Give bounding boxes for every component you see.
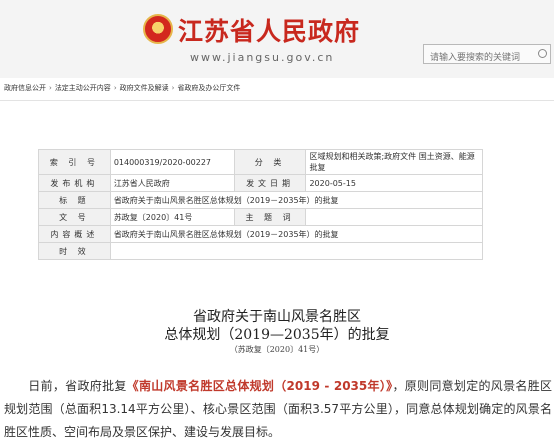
index-value: 014000319/2020-00227 <box>109 149 235 175</box>
validity-label: 时 效 <box>38 242 111 260</box>
header-divider <box>0 100 554 101</box>
table-row: 标 题 省政府关于南山风景名胜区总体规划（2019－2035年）的批复 <box>38 191 484 209</box>
search-box <box>423 44 551 66</box>
table-row: 索 引 号 014000319/2020-00227 分 类 区域规划和相关政策… <box>38 149 483 175</box>
document-body-paragraph: 日前，省政府批复《南山风景名胜区总体规划（2019 - 2035年）》，原则同意… <box>4 375 552 444</box>
site-title[interactable]: 江苏省人民政府 <box>178 12 360 48</box>
date-label: 发文日期 <box>233 174 307 192</box>
search-input[interactable] <box>424 48 550 66</box>
breadcrumb-item-statutory[interactable]: 法定主动公开内容 <box>55 84 111 92</box>
document-number: （苏政复〔2020〕41号） <box>229 345 325 354</box>
document-title-line-2: 总体规划（2019—2035年）的批复 <box>164 327 390 343</box>
national-emblem-icon: ★ <box>143 14 173 44</box>
publisher-label: 发布机构 <box>38 174 111 192</box>
table-row: 内容概述 省政府关于南山风景名胜区总体规划（2019－2035年）的批复 <box>38 225 484 243</box>
validity-value <box>109 242 484 260</box>
table-row: 时 效 <box>38 242 484 260</box>
breadcrumb-separator: › <box>49 84 52 92</box>
plan-title-highlight: 《南山风景名胜区总体规划（2019 - 2035年）》 <box>126 379 393 393</box>
docno-label: 文 号 <box>38 208 111 226</box>
date-value: 2020-05-15 <box>305 174 483 192</box>
breadcrumb-separator: › <box>171 84 175 92</box>
subject-value: 省政府关于南山风景名胜区总体规划（2019－2035年）的批复 <box>109 191 484 209</box>
breadcrumb-item-info-disclosure[interactable]: 政府信息公开 <box>4 84 46 92</box>
breadcrumb-item-documents[interactable]: 政府文件及解读 <box>120 84 169 92</box>
keywords-value <box>305 208 483 226</box>
breadcrumb: 政府信息公开 › 法定主动公开内容 › 政府文件及解读 › 省政府及办公厅文件 <box>4 83 240 93</box>
table-row: 文 号 苏政复〔2020〕41号 主 题 词 <box>38 208 483 226</box>
category-value: 区域规划和相关政策;政府文件 国土资源、能源 批复 <box>305 149 483 175</box>
document-metadata-table: 索 引 号 014000319/2020-00227 分 类 区域规划和相关政策… <box>38 149 484 260</box>
breadcrumb-item-provincial-docs[interactable]: 省政府及办公厅文件 <box>177 84 240 92</box>
paragraph-text-before: 日前，省政府批复 <box>28 379 127 393</box>
summary-value: 省政府关于南山风景名胜区总体规划（2019－2035年）的批复 <box>109 225 484 243</box>
search-icon[interactable] <box>538 49 547 58</box>
site-url: www.jiangsu.gov.cn <box>190 51 335 64</box>
publisher-value: 江苏省人民政府 <box>109 174 235 192</box>
keywords-label: 主 题 词 <box>233 208 307 226</box>
table-row: 发布机构 江苏省人民政府 发文日期 2020-05-15 <box>38 174 483 192</box>
summary-label: 内容概述 <box>38 225 111 243</box>
site-header: ★ 江苏省人民政府 www.jiangsu.gov.cn <box>0 0 554 78</box>
subject-label: 标 题 <box>38 191 111 209</box>
docno-value: 苏政复〔2020〕41号 <box>109 208 235 226</box>
index-label: 索 引 号 <box>38 149 111 175</box>
category-label: 分 类 <box>233 149 307 175</box>
breadcrumb-separator: › <box>113 84 117 92</box>
document-title-line-1: 省政府关于南山风景名胜区 <box>193 309 361 325</box>
